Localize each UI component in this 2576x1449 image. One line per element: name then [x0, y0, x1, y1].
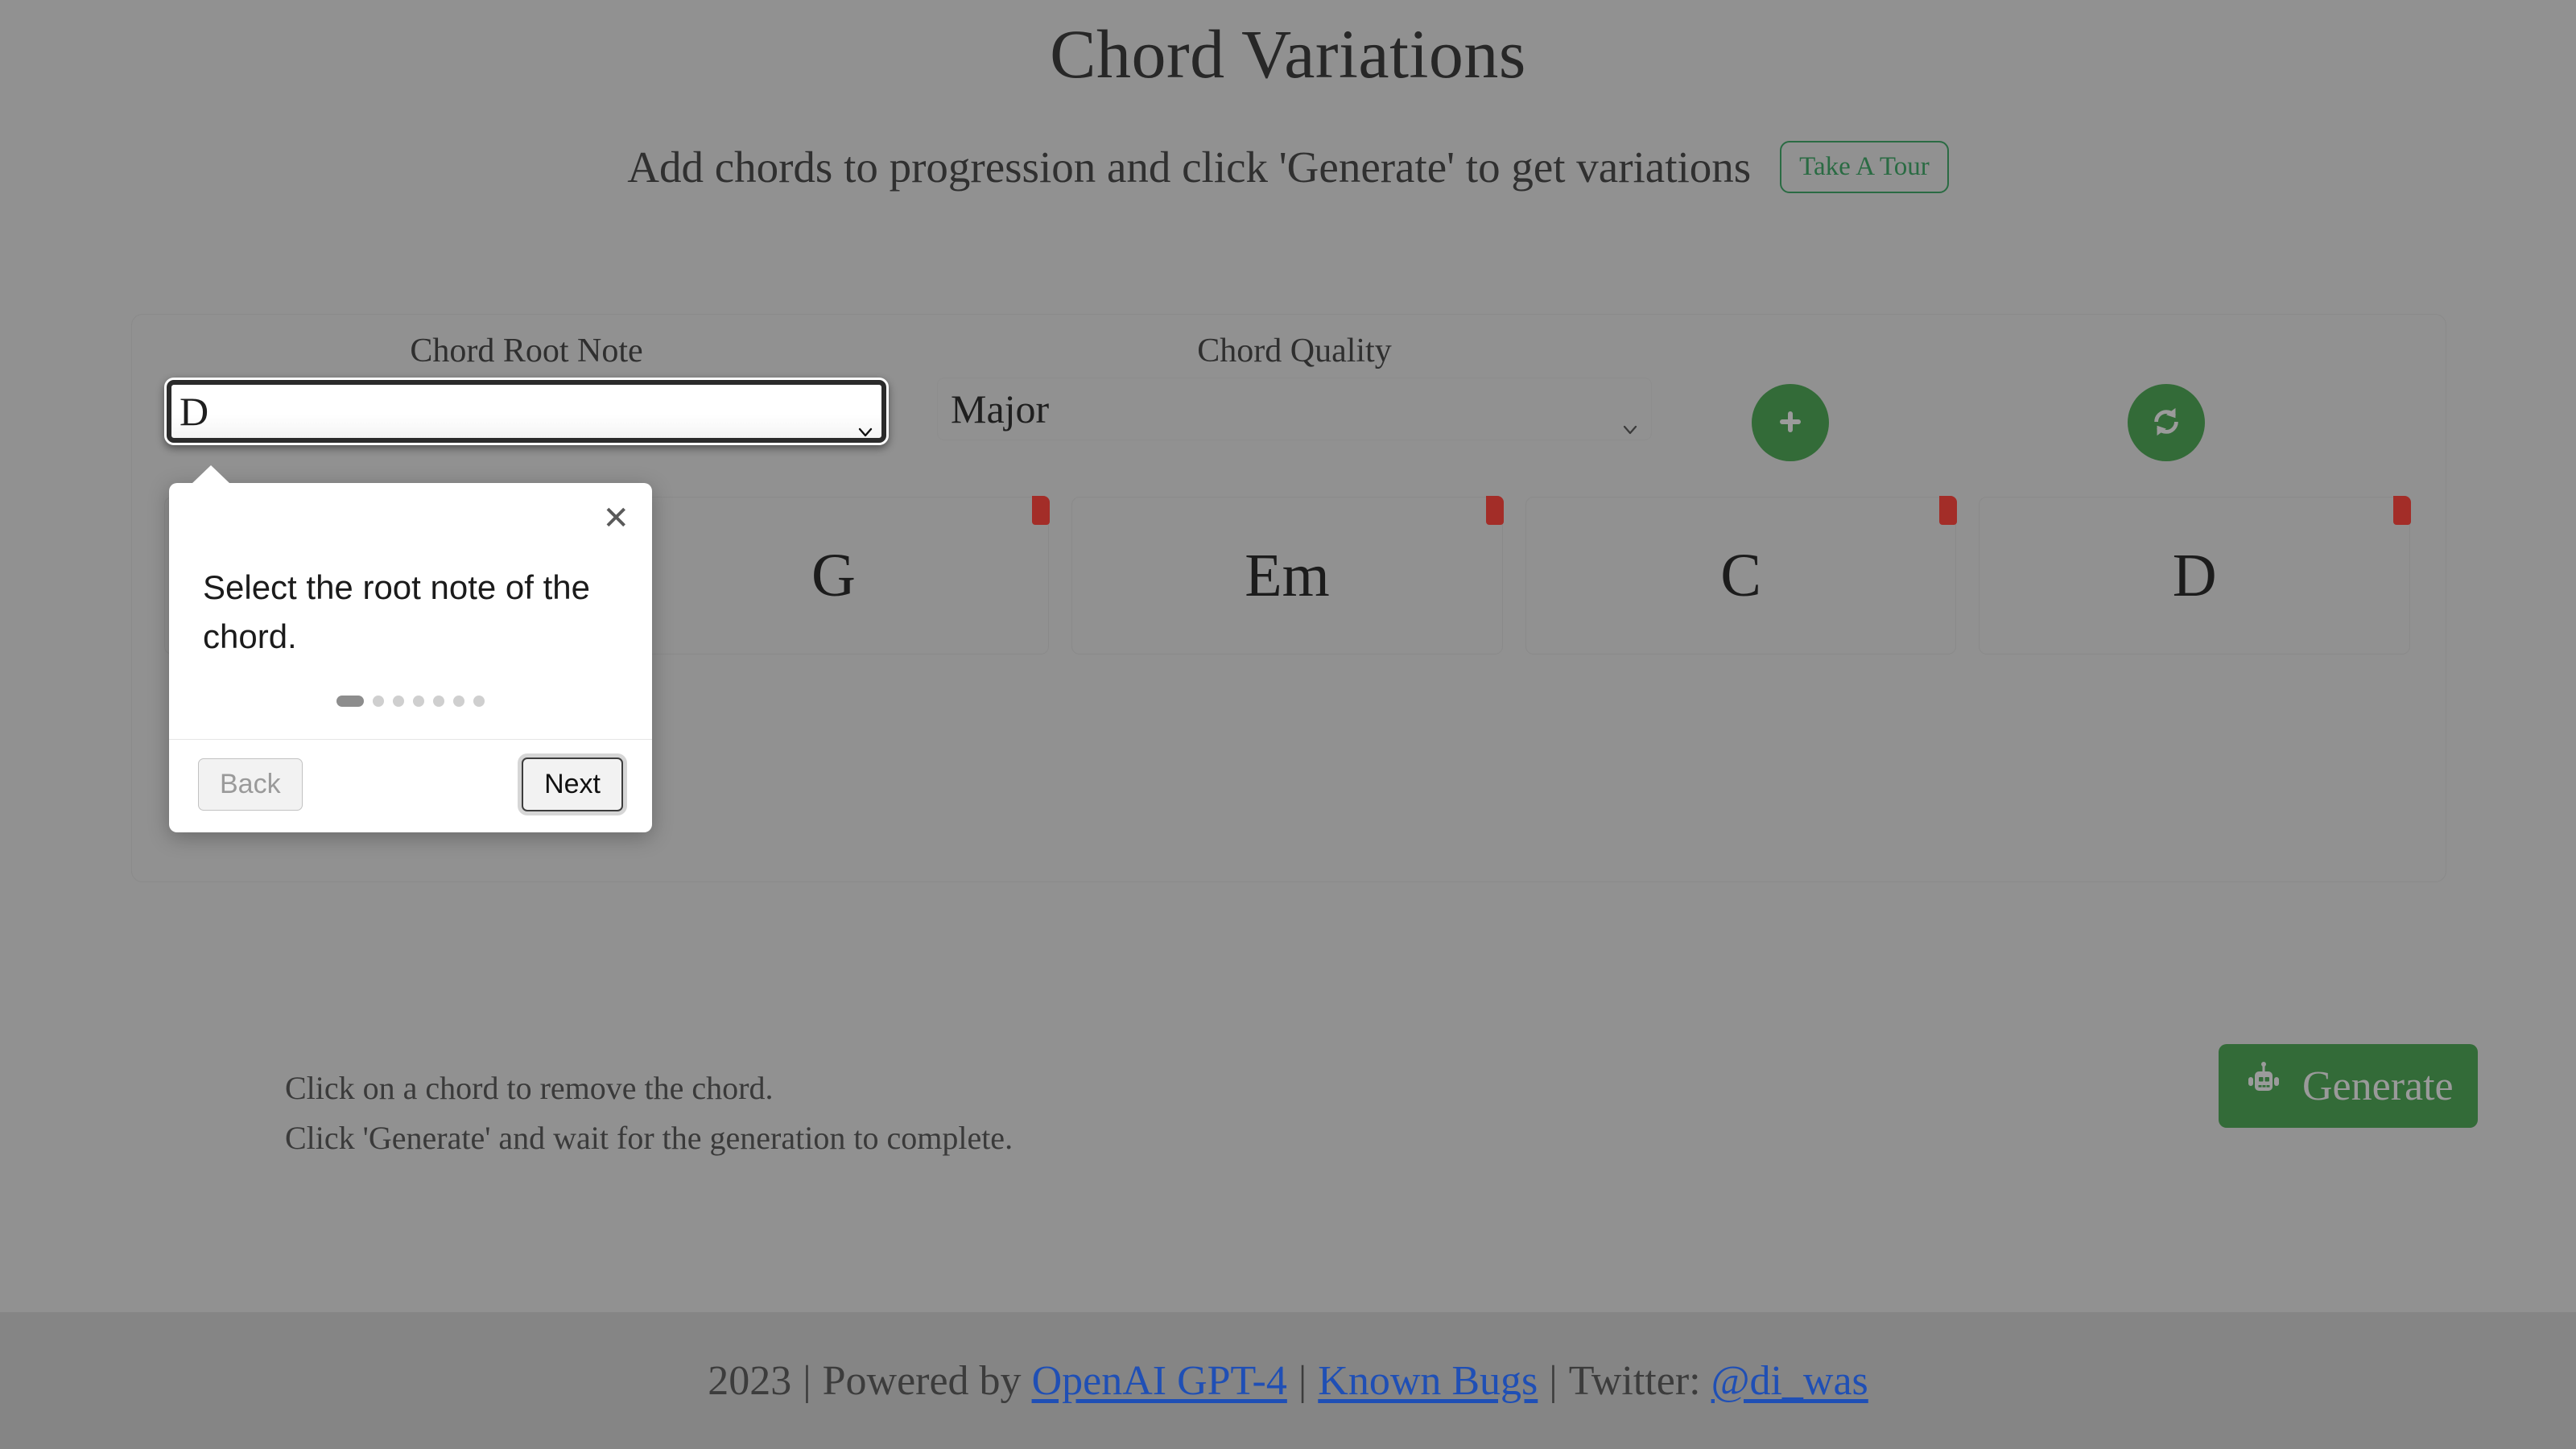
subtitle-text: Add chords to progression and click 'Gen… — [627, 142, 1752, 192]
tour-popup: ✕ Select the root note of the chord. Bac… — [169, 465, 652, 832]
chord-root-note-select[interactable]: D — [164, 378, 889, 446]
footer-powered-by: Powered by — [822, 1357, 1022, 1404]
chord-label: Em — [1245, 541, 1330, 609]
tour-popup-footer: Back Next — [169, 739, 652, 832]
tour-step-dot[interactable] — [393, 696, 404, 707]
reset-progression-button[interactable] — [2128, 384, 2205, 461]
footer-separator: | — [1298, 1357, 1307, 1404]
tour-step-dot[interactable] — [336, 696, 364, 707]
hint-line-1: Click on a chord to remove the chord. — [285, 1070, 774, 1106]
generate-button-label: Generate — [2302, 1063, 2454, 1109]
refresh-icon — [2149, 405, 2183, 441]
tour-popup-arrow — [192, 465, 230, 484]
take-a-tour-button[interactable]: Take A Tour — [1780, 140, 1949, 193]
chord-label: G — [811, 541, 856, 609]
chord-root-note-label: Chord Root Note — [410, 332, 643, 369]
footer-link-twitter-handle[interactable]: @di_was — [1711, 1357, 1868, 1405]
page-title: Chord Variations — [1050, 15, 1526, 93]
chord-quality-field: Chord Quality Major — [937, 332, 1652, 441]
hint-line-2: Click 'Generate' and wait for the genera… — [285, 1120, 1013, 1156]
page-footer: 2023 | Powered by OpenAI GPT-4 | Known B… — [0, 1312, 2576, 1449]
plus-icon — [1774, 406, 1806, 440]
generate-button[interactable]: Generate — [2219, 1044, 2478, 1128]
delete-chord-badge[interactable] — [1939, 496, 1958, 525]
chord-quality-value: Major — [951, 386, 1050, 432]
close-icon[interactable]: ✕ — [602, 502, 630, 535]
footer-link-openai-gpt4[interactable]: OpenAI GPT-4 — [1032, 1357, 1287, 1405]
footer-year: 2023 — [708, 1357, 792, 1404]
delete-chord-badge[interactable] — [1485, 496, 1504, 525]
hints-block: Click on a chord to remove the chord. Cl… — [285, 1063, 1013, 1163]
tour-popup-body: Select the root note of the chord. — [203, 568, 590, 655]
chevron-down-icon — [1622, 401, 1638, 435]
delete-chord-badge[interactable] — [1032, 496, 1051, 525]
chord-card[interactable]: C — [1525, 496, 1958, 654]
tour-step-dots — [169, 668, 652, 739]
chord-label: C — [1720, 541, 1761, 609]
subtitle-row: Add chords to progression and click 'Gen… — [0, 140, 2576, 193]
tour-step-dot[interactable] — [473, 696, 485, 707]
chord-card[interactable]: Em — [1071, 496, 1504, 654]
chord-quality-label: Chord Quality — [1197, 332, 1392, 369]
tour-step-dot[interactable] — [413, 696, 424, 707]
tour-step-dot[interactable] — [453, 696, 464, 707]
footer-separator: | — [803, 1357, 811, 1404]
footer-link-known-bugs[interactable]: Known Bugs — [1318, 1357, 1538, 1405]
controls-row: Chord Root Note D Chord Quality Major — [132, 315, 2446, 461]
chord-card[interactable]: G — [617, 496, 1051, 654]
delete-chord-badge[interactable] — [2392, 496, 2411, 525]
tour-step-dot[interactable] — [373, 696, 384, 707]
tour-step-dot[interactable] — [433, 696, 444, 707]
tour-next-button[interactable]: Next — [522, 758, 623, 811]
robot-icon — [2243, 1060, 2285, 1113]
add-chord-button[interactable] — [1752, 384, 1829, 461]
chord-root-note-value: D — [180, 389, 209, 435]
footer-separator: | — [1549, 1357, 1558, 1404]
footer-twitter-label: Twitter: — [1568, 1357, 1701, 1404]
chord-root-note-field: Chord Root Note D — [164, 332, 889, 446]
tour-back-button[interactable]: Back — [198, 758, 303, 811]
chord-label: D — [2172, 541, 2217, 609]
chord-card[interactable]: D — [1979, 496, 2411, 654]
chord-quality-select[interactable]: Major — [937, 378, 1652, 441]
chevron-down-icon — [857, 403, 873, 437]
